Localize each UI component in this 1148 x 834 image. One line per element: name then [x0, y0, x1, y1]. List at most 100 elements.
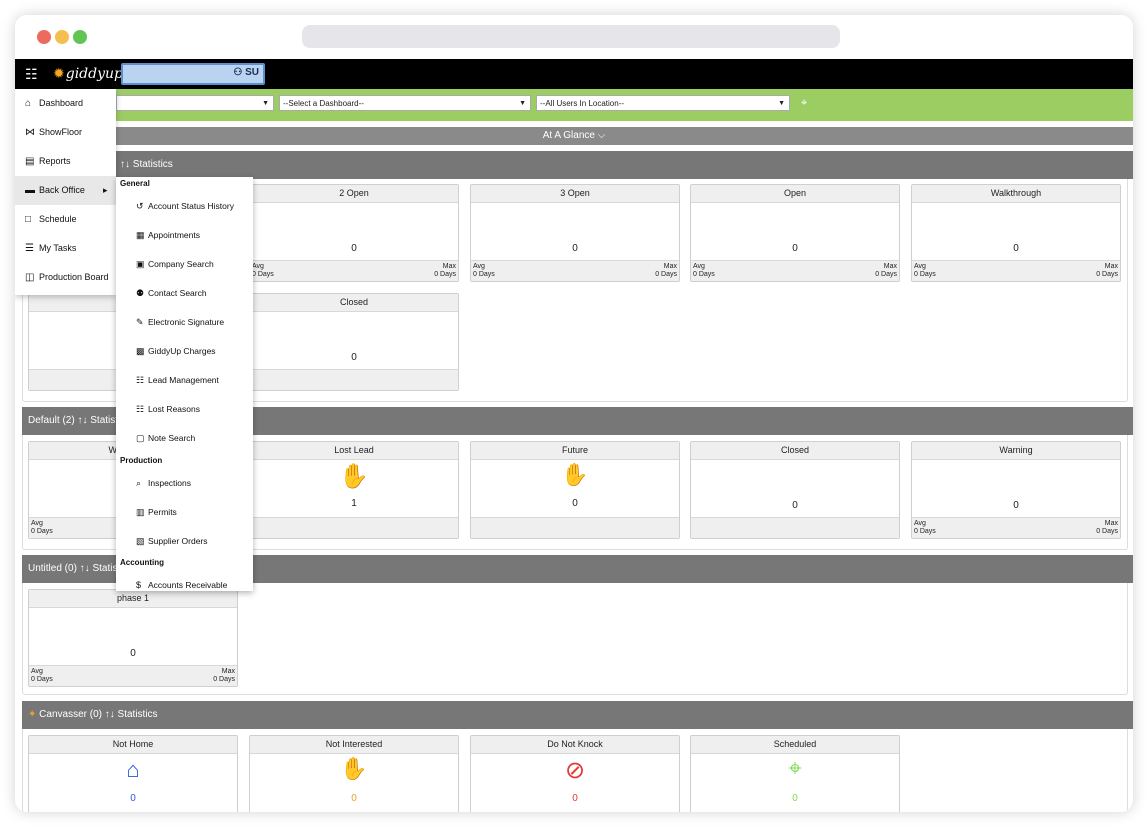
card-value: 0 [130, 793, 136, 804]
card-footer: Avg 0 Days Max 0 Days [912, 517, 1120, 538]
submenu-item-appointments[interactable]: ▦ Appointments [136, 230, 200, 241]
status-card[interactable]: Scheduled ⌖ 0 [690, 735, 900, 812]
document-icon: ▥ [136, 507, 145, 517]
card-footer [471, 517, 679, 538]
card-value: 0 [572, 793, 578, 804]
pin-icon[interactable]: ⌖ [801, 97, 807, 110]
card-value: 1 [351, 498, 357, 509]
submenu-group-general: General [120, 179, 150, 188]
avg-days: 0 Days [252, 271, 274, 278]
section-title: Untitled (0) ↑↓ Statis [28, 563, 118, 574]
status-card[interactable]: 2 Open 0 Avg 0 Days Max 0 Days [249, 184, 459, 282]
card-title: Warning [912, 442, 1120, 460]
sidebar-item-production-board[interactable]: ◫ Production Board [15, 263, 116, 292]
sidebar-item-my-tasks[interactable]: ☰ My Tasks [15, 234, 116, 263]
max-label: Max [1104, 520, 1118, 527]
calendar-icon: ▦ [136, 230, 145, 240]
avg-label: Avg [473, 263, 485, 270]
sidebar-item-label: Reports [39, 156, 71, 166]
avg-label: Avg [914, 263, 926, 270]
minimize-window-button[interactable] [55, 30, 69, 44]
avg-label: Avg [693, 263, 705, 270]
max-label: Max [1104, 263, 1118, 270]
status-card[interactable]: Lost Lead ✋ 1 [249, 441, 459, 539]
card-value: 0 [351, 243, 357, 254]
chevron-down-icon: ▼ [262, 100, 269, 107]
status-card[interactable]: phase 1 0 Avg 0 Days Max 0 Days [28, 589, 238, 687]
giddyup-logo[interactable]: ✹giddyup [53, 64, 123, 84]
sidebar-item-showfloor[interactable]: ⋈ ShowFloor [15, 118, 116, 147]
submenu-item-label: Permits [148, 507, 177, 517]
dashboard-select[interactable]: --Select a Dashboard-- ▼ [279, 95, 531, 111]
sidebar-item-reports[interactable]: ▤ Reports [15, 147, 116, 176]
submenu-item-giddyup-charges[interactable]: ▩ GiddyUp Charges [136, 346, 216, 357]
status-card[interactable]: Do Not Knock ⊘ 0 [470, 735, 680, 812]
submenu-item-contact-search[interactable]: ⚉ Contact Search [136, 288, 207, 299]
submenu-item-company-search[interactable]: ▣ Company Search [136, 259, 214, 270]
max-days: 0 Days [434, 271, 456, 278]
card-title: phase 1 [29, 590, 237, 608]
sidebar-item-dashboard[interactable]: ⌂ Dashboard [15, 89, 116, 118]
avg-label: Avg [31, 668, 43, 675]
avg-days: 0 Days [31, 528, 53, 535]
dollar-icon: $ [136, 580, 142, 590]
status-card[interactable]: Walkthrough 0 Avg 0 Days Max 0 Days [911, 184, 1121, 282]
submenu-item-label: Lead Management [148, 375, 219, 385]
location-select[interactable]: ▼ [116, 95, 274, 111]
card-value: 0 [572, 498, 578, 509]
status-card[interactable]: Closed 0 [690, 441, 900, 539]
users-select[interactable]: --All Users In Location-- ▼ [536, 95, 790, 111]
status-card[interactable]: Open 0 Avg 0 Days Max 0 Days [690, 184, 900, 282]
reports-icon: ▤ [25, 156, 35, 167]
status-card[interactable]: 3 Open 0 Avg 0 Days Max 0 Days [470, 184, 680, 282]
submenu-item-label: Appointments [148, 230, 200, 240]
submenu-item-supplier-orders[interactable]: ▧ Supplier Orders [136, 536, 208, 547]
max-days: 0 Days [875, 271, 897, 278]
card-footer [691, 517, 899, 538]
invoice-icon: ▩ [136, 346, 145, 356]
status-card[interactable]: Not Home ⌂ 0 [28, 735, 238, 812]
apps-grid-icon[interactable]: ☷ [25, 66, 41, 82]
section-body: Not Home ⌂ 0 Not Interested ✋ 0 Do Not K… [22, 729, 1128, 812]
hand-stop-icon: ✋ [340, 756, 368, 781]
hand-stop-icon: ✋ [339, 463, 369, 490]
submenu-item-accounts-receivable[interactable]: $ Accounts Receivable [136, 580, 227, 590]
cart-icon: ▧ [136, 536, 145, 546]
browser-window: ☷ ✹giddyup ⚇ SU ▼ --Select a Dashboard--… [15, 15, 1133, 812]
submenu-item-note-search[interactable]: ▢ Note Search [136, 433, 195, 444]
sidebar-item-back-office[interactable]: ▬ Back Office ▸ [15, 176, 116, 205]
max-days: 0 Days [1096, 528, 1118, 535]
sidebar-item-label: Production Board [39, 272, 109, 282]
status-card[interactable]: Warning 0 Avg 0 Days Max 0 Days [911, 441, 1121, 539]
submenu-item-lead-management[interactable]: ☷ Lead Management [136, 375, 219, 386]
list-icon: ☷ [136, 375, 145, 385]
submenu-item-permits[interactable]: ▥ Permits [136, 507, 177, 518]
card-footer: Avg 0 Days Max 0 Days [691, 260, 899, 281]
submenu-item-lost-reasons[interactable]: ☷ Lost Reasons [136, 404, 200, 415]
avg-label: Avg [914, 520, 926, 527]
submenu-item-label: Company Search [148, 259, 214, 269]
submenu-item-inspections[interactable]: ⌕ Inspections [136, 478, 191, 489]
sidebar-item-schedule[interactable]: □ Schedule [15, 205, 116, 234]
maximize-window-button[interactable] [73, 30, 87, 44]
submenu-item-account-status-history[interactable]: ↺ Account Status History [136, 201, 234, 212]
at-a-glance-toggle[interactable]: At A Glance ⌵ [15, 127, 1133, 145]
avg-days: 0 Days [473, 271, 495, 278]
user-search-input[interactable]: ⚇ SU [121, 63, 265, 85]
submenu-item-electronic-signature[interactable]: ✎ Electronic Signature [136, 317, 224, 328]
close-window-button[interactable] [37, 30, 51, 44]
card-title: Open [691, 185, 899, 203]
status-card[interactable]: Future ✋ 0 [470, 441, 680, 539]
card-title: Not Home [29, 736, 237, 754]
status-card[interactable]: Closed 0 [249, 293, 459, 391]
avg-label: Avg [31, 520, 43, 527]
status-card[interactable]: Not Interested ✋ 0 [249, 735, 459, 812]
section-header-statistics: ↑↓ Statistics [22, 151, 1133, 179]
address-bar[interactable] [302, 25, 840, 48]
board-icon: ◫ [25, 272, 35, 283]
note-icon: ▢ [136, 433, 145, 443]
section-title: ↑↓ Statistics [120, 159, 173, 170]
app-header: ☷ ✹giddyup ⚇ SU [15, 59, 1133, 89]
list-icon: ☷ [136, 404, 145, 414]
card-footer: Avg 0 Days Max 0 Days [250, 260, 458, 281]
